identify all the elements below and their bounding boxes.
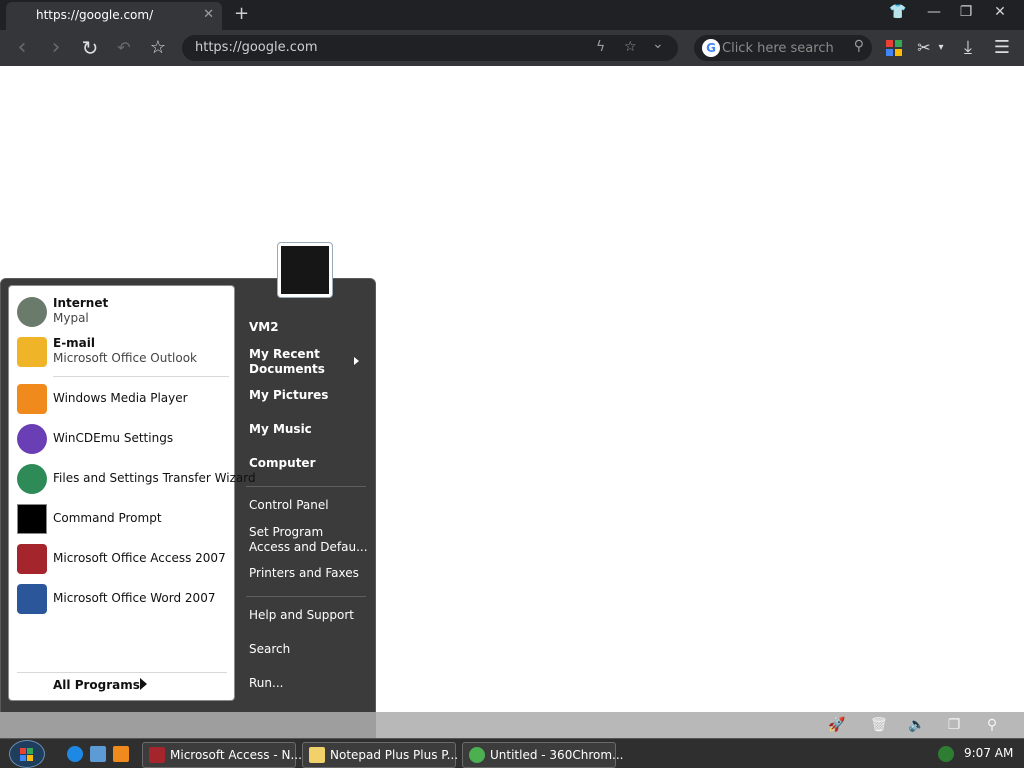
statusbar-left — [0, 712, 376, 738]
search-icon[interactable]: ⚲ — [854, 38, 864, 54]
menu-icon[interactable]: ☰ — [990, 36, 1014, 60]
browser-toolbar: ‹ › ↻ ↶ ☆ https://google.com ϟ ☆ ⌄ G ⚲ ✂… — [0, 30, 1024, 66]
start-link-set-program-access[interactable]: Set Program Access and Defau... — [249, 525, 368, 555]
minimize-icon[interactable]: — — [922, 4, 946, 24]
start-item-transfer-wizard[interactable]: Files and Settings Transfer Wizard — [9, 459, 256, 499]
shirt-icon[interactable]: 👕 — [886, 4, 910, 24]
user-picture[interactable] — [277, 242, 333, 298]
start-link-help-support[interactable]: Help and Support — [249, 608, 354, 623]
outlook-icon — [17, 337, 47, 367]
taskbar: Microsoft Access - N... Notepad Plus Plu… — [0, 738, 1024, 768]
start-link-run[interactable]: Run... — [249, 676, 283, 691]
start-item-email[interactable]: E-mail Microsoft Office Outlook — [9, 332, 236, 372]
start-menu-programs-panel: Internet Mypal E-mail Microsoft Office O… — [8, 285, 256, 701]
task-label: Untitled - 360Chrom... — [490, 748, 624, 762]
security-tray-icon[interactable] — [938, 746, 954, 762]
start-item-word[interactable]: Microsoft Office Word 2007 — [9, 579, 236, 619]
address-bar[interactable]: https://google.com ϟ ☆ ⌄ — [182, 35, 678, 61]
start-link-control-panel[interactable]: Control Panel — [249, 498, 329, 513]
program-name: Microsoft Office Word 2007 — [53, 591, 216, 605]
forward-icon[interactable]: › — [44, 36, 68, 60]
start-link-printers-faxes[interactable]: Printers and Faxes — [249, 566, 359, 581]
browser-tab-bar: https://google.com/ ✕ + 👕 — ❐ ✕ — [0, 0, 1024, 30]
program-name: Command Prompt — [53, 511, 162, 525]
start-link-my-music[interactable]: My Music — [249, 422, 312, 437]
taskbar-item-access[interactable]: Microsoft Access - N... — [142, 742, 302, 768]
search-box[interactable]: G ⚲ — [694, 35, 872, 61]
reload-icon[interactable]: ↻ — [78, 36, 102, 60]
restore-icon[interactable]: ❐ — [954, 4, 978, 24]
notepad-icon — [309, 747, 325, 763]
start-link-my-pictures[interactable]: My Pictures — [249, 388, 328, 403]
task-label: Microsoft Access - N... — [170, 748, 302, 762]
task-label: Notepad Plus Plus P... — [330, 748, 459, 762]
separator — [53, 376, 229, 377]
taskbar-item-360chrome[interactable]: Untitled - 360Chrom... — [462, 742, 623, 768]
media-player-icon — [17, 384, 47, 414]
chevron-down-icon[interactable]: ⌄ — [652, 36, 664, 52]
program-name: Windows Media Player — [53, 391, 188, 405]
program-subtitle: Microsoft Office Outlook — [53, 351, 197, 365]
word-icon — [17, 584, 47, 614]
internet-explorer-icon[interactable] — [67, 746, 83, 762]
program-subtitle: Mypal — [53, 311, 89, 325]
tab-google[interactable]: https://google.com/ ✕ — [6, 2, 222, 30]
google-g-icon: G — [702, 39, 720, 57]
clock[interactable]: 9:07 AM — [964, 746, 1013, 760]
undo-close-icon[interactable]: ↶ — [112, 36, 136, 60]
program-name: Internet — [53, 296, 109, 310]
command-prompt-icon — [17, 504, 47, 534]
tab-close-icon[interactable]: ✕ — [203, 7, 214, 22]
start-link-recent-documents[interactable]: My Recent Documents — [249, 347, 325, 377]
chrome360-icon — [469, 747, 485, 763]
program-name: WinCDEmu Settings — [53, 431, 174, 445]
program-name: E-mail — [53, 336, 96, 350]
start-button[interactable] — [9, 740, 45, 768]
start-item-wincdemu[interactable]: WinCDEmu Settings — [9, 419, 236, 459]
separator — [17, 672, 227, 673]
download-icon[interactable]: ⤓ — [956, 36, 980, 60]
start-link-computer[interactable]: Computer — [249, 456, 315, 471]
all-programs-button[interactable]: All Programs — [53, 678, 140, 692]
program-name: Files and Settings Transfer Wizard — [53, 471, 256, 485]
address-star-icon[interactable]: ☆ — [624, 39, 637, 55]
close-window-icon[interactable]: ✕ — [988, 4, 1012, 24]
program-name: Microsoft Office Access 2007 — [53, 551, 226, 565]
access-icon — [17, 544, 47, 574]
browser-statusbar: 🚀 🗑 🔈 ❐ ⚲ — [376, 712, 1024, 738]
access-icon — [149, 747, 165, 763]
arrow-right-icon — [140, 678, 147, 690]
submenu-arrow-icon — [354, 357, 359, 365]
apps-grid-icon[interactable] — [886, 40, 902, 56]
show-desktop-icon[interactable] — [90, 746, 106, 762]
start-link-vm2[interactable]: VM2 — [249, 320, 279, 335]
bookmark-star-icon[interactable]: ☆ — [146, 36, 170, 60]
media-player-icon[interactable] — [113, 746, 129, 762]
raccoon-icon — [17, 297, 47, 327]
rocket-icon[interactable]: 🚀 — [828, 717, 845, 733]
volume-icon[interactable]: 🔈 — [908, 717, 925, 733]
start-item-access[interactable]: Microsoft Office Access 2007 — [9, 539, 236, 579]
trash-icon[interactable]: 🗑 — [870, 717, 888, 733]
window-icon[interactable]: ❐ — [946, 717, 962, 733]
scissors-dropdown-icon[interactable]: ▾ — [934, 36, 948, 60]
scissors-icon[interactable]: ✂ — [912, 36, 936, 60]
search-icon[interactable]: ⚲ — [984, 717, 1000, 733]
taskbar-item-notepad[interactable]: Notepad Plus Plus P... — [302, 742, 459, 768]
separator — [246, 486, 366, 487]
start-item-internet[interactable]: Internet Mypal — [9, 292, 236, 332]
transfer-wizard-icon — [17, 464, 47, 494]
search-input[interactable] — [722, 39, 842, 57]
new-tab-button[interactable]: + — [234, 3, 249, 24]
lightning-icon[interactable]: ϟ — [596, 39, 605, 55]
start-link-search[interactable]: Search — [249, 642, 290, 657]
address-text[interactable]: https://google.com — [195, 40, 318, 55]
wincdemu-icon — [17, 424, 47, 454]
tab-title: https://google.com/ — [36, 8, 154, 22]
start-item-media-player[interactable]: Windows Media Player — [9, 379, 236, 419]
back-icon[interactable]: ‹ — [10, 36, 34, 60]
separator — [246, 596, 366, 597]
windows-logo-icon — [20, 748, 34, 762]
start-item-command-prompt[interactable]: Command Prompt — [9, 499, 236, 539]
